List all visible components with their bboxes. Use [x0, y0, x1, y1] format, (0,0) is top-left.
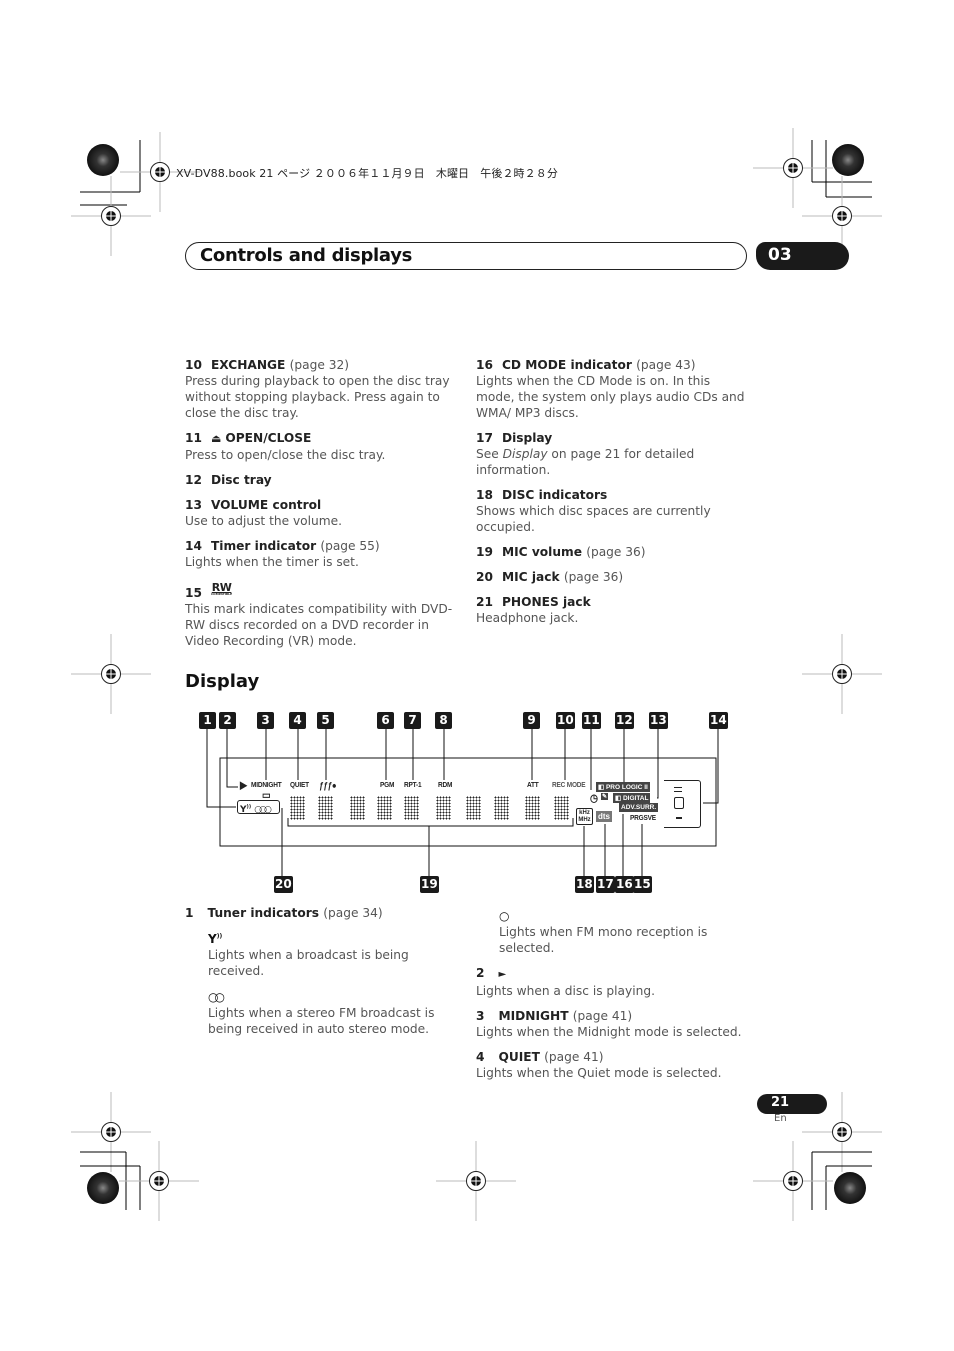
indicator-list-right: ○ Lights when FM mono reception is selec… [476, 908, 746, 1090]
mono-icon: ○ [499, 909, 510, 923]
stereo-icon: ○○ [254, 805, 267, 815]
page-language: En [774, 1113, 787, 1124]
display-char-cell [494, 796, 509, 820]
mono-description: Lights when FM mono reception is selecte… [499, 925, 708, 955]
item-3: 3 MIDNIGHT (page 41) Lights when the Midn… [476, 1008, 746, 1040]
display-char-cell [318, 796, 333, 820]
cd-mode-icon: ✎ [601, 793, 609, 800]
mic-icon: ▭ [262, 789, 271, 801]
center-speaker-icon [674, 787, 682, 792]
play-indicator: ▶ [240, 779, 247, 791]
mhz-label: MHz [578, 817, 591, 823]
pro-logic-indicator: ◧ PRO LOGIC II [596, 782, 650, 792]
frequency-unit-indicator: kHz MHz [576, 808, 593, 825]
item-description: Lights when the Quiet mode is selected. [476, 1066, 722, 1080]
antenna-icon: Y)) [208, 932, 223, 946]
timer-icon: ◷ [590, 792, 598, 804]
play-icon: ► [498, 969, 507, 980]
display-char-cell [525, 796, 540, 820]
antenna-description: Lights when a broadcast is being receive… [208, 948, 409, 978]
item-title: MIDNIGHT [498, 1009, 569, 1023]
display-char-cell [290, 796, 305, 820]
page-number-badge: 21 [757, 1094, 827, 1114]
att-indicator: ATT [527, 781, 539, 790]
item-4: 4 QUIET (page 41) Lights when the Quiet m… [476, 1049, 746, 1081]
pro-logic-text: PRO LOGIC II [605, 784, 648, 791]
pgm-indicator: PGM [380, 781, 395, 790]
item-number: 4 [476, 1050, 485, 1064]
display-char-cell [554, 796, 569, 820]
stereo-icon: ○○ [208, 990, 225, 1004]
item-number: 2 [476, 966, 485, 980]
page-reference: (page 41) [572, 1009, 633, 1023]
item-2: 2 ► Lights when a disc is playing. [476, 965, 746, 999]
digital-text: DIGITAL [622, 795, 649, 802]
subwoofer-icon [676, 817, 682, 819]
item-description: Lights when a disc is playing. [476, 984, 655, 998]
listener-icon [674, 797, 684, 809]
display-char-cell [404, 796, 419, 820]
rec-mode-indicator: REC MODE [552, 781, 586, 790]
page-number: 21 [771, 1095, 790, 1110]
page-reference: (page 41) [544, 1050, 604, 1064]
dolby-digital-indicator: ◧ DIGITAL [613, 793, 651, 803]
rdm-indicator: RDM [438, 781, 453, 790]
quiet-indicator: QUIET [290, 781, 309, 790]
leader-lines [206, 729, 719, 876]
prgsve-indicator: PRGSVE [630, 814, 656, 823]
tuner-indicators: Y)) ○○○ [237, 800, 280, 815]
item-number: 1 [185, 906, 194, 920]
dsp-indicator-icon: ƒƒƒ● [319, 780, 337, 791]
khz-label: kHz [579, 810, 590, 816]
display-char-cell [436, 796, 451, 820]
speaker-layout-indicator [664, 780, 701, 828]
dts-indicator: dts [596, 811, 612, 822]
page-reference: (page 34) [323, 906, 383, 920]
item-title: Tuner indicators [207, 906, 319, 920]
item-description: Lights when the Midnight mode is selecte… [476, 1025, 742, 1039]
stereo-description: Lights when a stereo FM broadcast is bei… [208, 1006, 435, 1036]
adv-surr-indicator: ADV.SURR. [619, 803, 659, 812]
rpt-indicator: RPT-1 [404, 781, 422, 790]
display-char-cell [350, 796, 365, 820]
display-char-cell [377, 796, 392, 820]
item-number: 3 [476, 1009, 485, 1023]
item-title: QUIET [498, 1050, 540, 1064]
display-char-cell [466, 796, 481, 820]
mono-icon: ○ [263, 805, 272, 815]
tuner-indicators-section: 1 Tuner indicators (page 34) Y)) Lights w… [185, 905, 445, 1037]
